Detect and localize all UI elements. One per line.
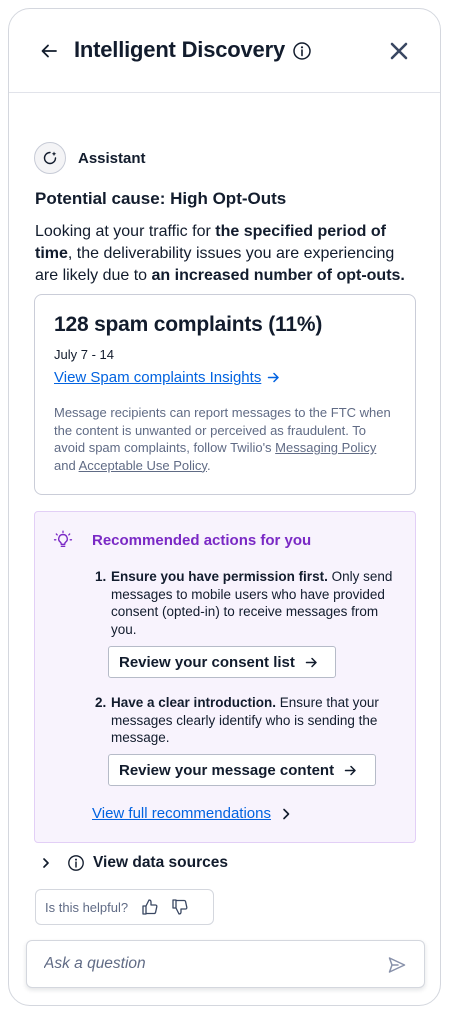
spam-metric: 128 spam complaints (11%) [54,313,323,336]
feedback-question: Is this helpful? [45,899,129,915]
ask-question-box [26,940,425,988]
desc-bold: an increased number of opt-outs. [151,267,405,284]
fine-text: and [54,457,79,473]
discovery-panel: Intelligent Discovery Assistant Potentia… [8,8,441,1006]
button-label: Review your message content [119,761,335,779]
step-number: 2. [95,695,107,710]
info-icon[interactable] [292,41,312,61]
arrow-right-icon [305,657,317,667]
close-icon[interactable] [387,39,411,63]
view-full-recommendations-link[interactable]: View full recommendations [92,805,291,822]
ask-question-input[interactable] [27,941,367,987]
panel-header: Intelligent Discovery [9,9,440,93]
spam-insights-link[interactable]: View Spam complaints Insights [54,369,280,386]
send-icon[interactable] [387,955,407,975]
back-button[interactable] [37,39,61,63]
button-label: Review your consent list [119,653,295,671]
page-title: Intelligent Discovery [74,37,285,62]
review-message-content-button[interactable]: Review your message content [108,754,376,786]
desc-text: Looking at your traffic for [35,223,216,240]
messaging-policy-link[interactable]: Messaging Policy [275,440,376,455]
cause-title: Potential cause: High Opt-Outs [35,189,287,208]
assistant-avatar [34,142,66,174]
fine-text: . [206,457,211,473]
recommendation-step: 2. Have a clear introduction. Ensure tha… [95,694,395,747]
acceptable-use-policy-link[interactable]: Acceptable Use Policy [79,458,207,473]
spam-fine-print: Message recipients can report messages t… [54,404,396,474]
thumbs-down-icon [172,899,188,915]
arrow-left-icon [41,44,57,58]
cause-description: Looking at your traffic for the specifie… [35,221,415,287]
review-consent-list-button[interactable]: Review your consent list [108,646,336,678]
info-icon [68,855,84,871]
thumbs-up-icon [142,899,158,915]
assistant-label: Assistant [78,149,146,167]
recommendation-step: 1. Ensure you have permission first. Onl… [95,568,395,638]
recommendations-title: Recommended actions for you [92,532,312,549]
recommendations-box: Recommended actions for you 1. Ensure yo… [34,511,416,843]
feedback-box: Is this helpful? [35,889,214,925]
date-range: July 7 - 14 [54,347,114,362]
step-heading: Ensure you have permission first. [111,569,328,584]
assistant-header: Assistant [34,142,146,174]
arrow-right-icon [344,765,356,775]
step-heading: Have a clear introduction. [111,695,277,710]
data-sources-label: View data sources [93,854,228,871]
arrow-right-icon [268,372,280,383]
spam-complaints-card: 128 spam complaints (11%) July 7 - 14 Vi… [34,294,416,495]
full-recommendations-label: View full recommendations [92,805,271,822]
spam-insights-link-label: View Spam complaints Insights [54,369,262,386]
step-number: 1. [95,569,107,584]
view-data-sources-toggle[interactable]: View data sources [39,854,228,872]
thumbs-up-button[interactable] [140,897,160,917]
chevron-right-icon [43,858,49,868]
thumbs-down-button[interactable] [170,897,190,917]
sparkle-icon [43,151,57,165]
lightbulb-icon [53,530,73,547]
chevron-right-icon [283,808,290,819]
